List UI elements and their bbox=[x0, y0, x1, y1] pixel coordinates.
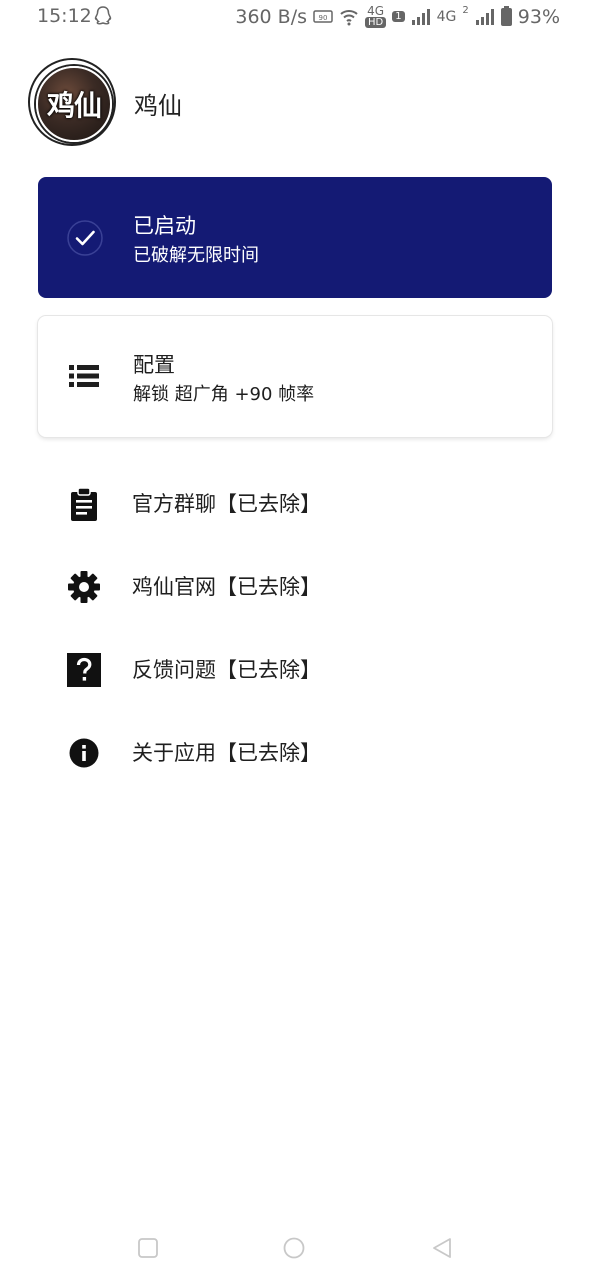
battery-icon bbox=[500, 5, 512, 26]
status-bar: 15:12 360 B/s 90 4G HD 1 4G 2 93% bbox=[0, 0, 590, 34]
profile-header: 鸡仙 鸡仙 bbox=[28, 58, 428, 148]
status-subtitle: 已破解无限时间 bbox=[133, 245, 259, 266]
signal-icon-2 bbox=[475, 8, 494, 25]
menu-label: 反馈问题【已去除】 bbox=[132, 658, 321, 682]
help-icon bbox=[67, 653, 101, 687]
menu-item-about[interactable]: 关于应用【已去除】 bbox=[38, 721, 552, 781]
config-subtitle: 解锁 超广角 +90 帧率 bbox=[133, 384, 315, 405]
status-right: 360 B/s 90 4G HD 1 4G 2 93% bbox=[235, 5, 560, 28]
sim1-badge: 1 bbox=[392, 11, 405, 22]
svg-text:90: 90 bbox=[319, 14, 328, 22]
status-time: 15:12 bbox=[37, 5, 92, 27]
net1-label: 4G bbox=[367, 4, 385, 18]
menu-item-group-chat[interactable]: 官方群聊【已去除】 bbox=[38, 472, 552, 532]
status-title: 已启动 bbox=[133, 214, 196, 238]
recents-icon[interactable] bbox=[136, 1236, 160, 1260]
info-icon bbox=[69, 738, 99, 768]
avatar-image: 鸡仙 bbox=[36, 66, 112, 142]
battery-percent: 93% bbox=[517, 5, 560, 28]
menu-label: 关于应用【已去除】 bbox=[132, 741, 321, 765]
home-icon[interactable] bbox=[282, 1236, 306, 1260]
back-icon[interactable] bbox=[430, 1236, 454, 1260]
menu-label: 官方群聊【已去除】 bbox=[132, 492, 321, 516]
clipboard-icon bbox=[71, 487, 97, 521]
wifi-icon bbox=[340, 9, 358, 25]
profile-name: 鸡仙 bbox=[134, 92, 182, 120]
list-icon bbox=[69, 365, 99, 387]
qq-icon bbox=[94, 6, 112, 25]
config-title: 配置 bbox=[133, 353, 175, 377]
status-card[interactable]: 已启动 已破解无限时间 bbox=[38, 177, 552, 298]
sim2-badge: 2 bbox=[462, 5, 469, 16]
avatar[interactable]: 鸡仙 bbox=[28, 58, 116, 146]
net1-hd: HD bbox=[365, 17, 387, 28]
menu-label: 鸡仙官网【已去除】 bbox=[132, 575, 321, 599]
check-circle-icon bbox=[67, 220, 103, 256]
gear-icon bbox=[68, 571, 100, 603]
menu-item-feedback[interactable]: 反馈问题【已去除】 bbox=[38, 638, 552, 698]
net1-indicator: 4G HD bbox=[365, 4, 387, 28]
config-card[interactable]: 配置 解锁 超广角 +90 帧率 bbox=[38, 316, 552, 437]
net2-label: 4G bbox=[436, 8, 457, 25]
net-speed: 360 B/s bbox=[235, 5, 308, 28]
nfc-icon: 90 bbox=[313, 9, 333, 23]
menu-item-website[interactable]: 鸡仙官网【已去除】 bbox=[38, 555, 552, 615]
signal-icon bbox=[411, 8, 430, 25]
navigation-bar bbox=[0, 1220, 590, 1280]
